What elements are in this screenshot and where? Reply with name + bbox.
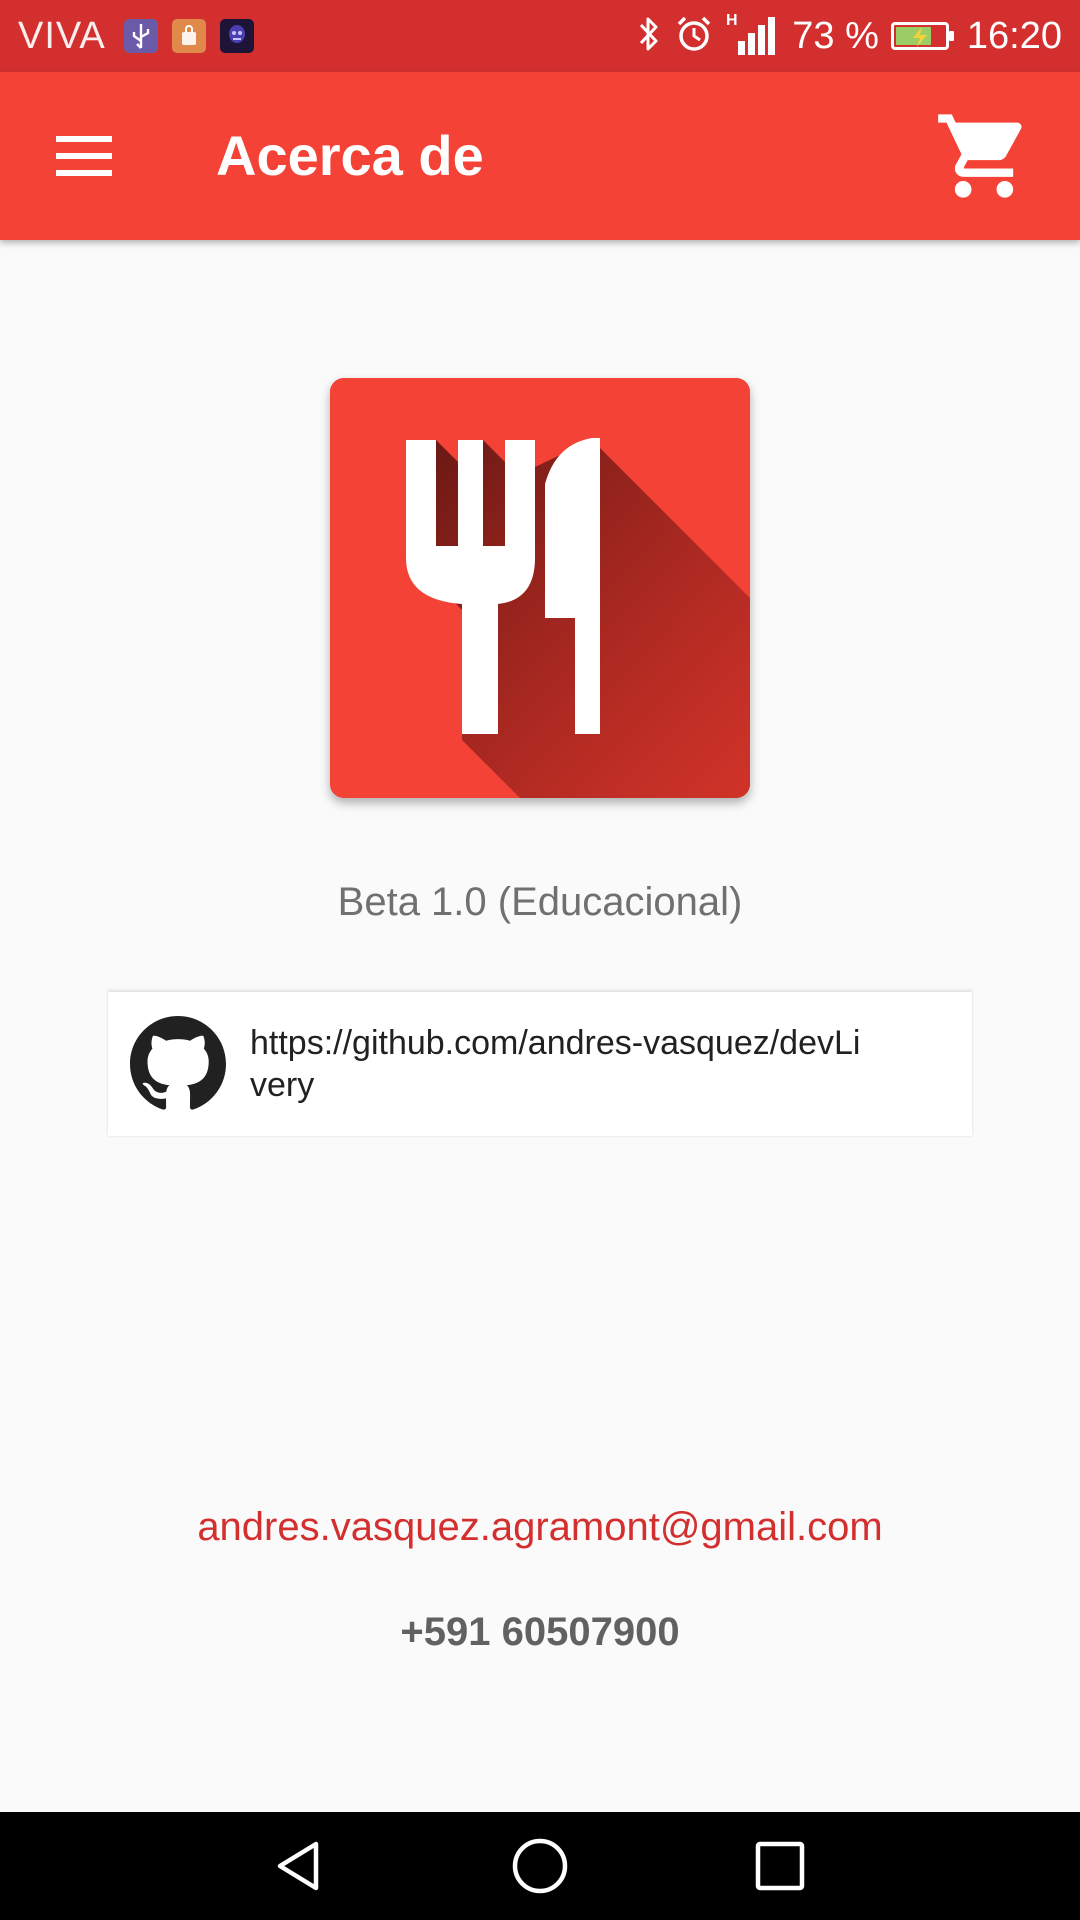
page-title: Acerca de (216, 124, 484, 187)
app-avatar-icon (219, 19, 254, 53)
app-logo (330, 378, 750, 798)
battery-percent: 73 % (792, 14, 879, 57)
cart-button[interactable] (928, 100, 1040, 212)
phone-number[interactable]: +591 60507900 (0, 1610, 1080, 1655)
repo-url[interactable]: https://github.com/andres-vasquez/devLiv… (250, 1022, 870, 1106)
back-icon (277, 1841, 319, 1891)
about-screen: VIVA H 73 % 16:20 Acerca de Beta 1.0 (Ed… (0, 0, 1080, 1920)
app-bar: Acerca de (0, 72, 1080, 240)
shopping-bag-icon (171, 19, 206, 53)
bluetooth-icon (636, 14, 662, 59)
home-icon (512, 1838, 568, 1894)
status-bar-right: H 73 % 16:20 (636, 0, 1062, 72)
network-type-label: H (726, 12, 738, 29)
home-button[interactable] (490, 1826, 590, 1906)
usb-icon (123, 19, 158, 53)
signal-icon: H (726, 11, 780, 62)
clock: 16:20 (966, 14, 1062, 57)
shopping-cart-icon (938, 114, 1022, 198)
hamburger-menu-icon (56, 125, 112, 187)
recent-apps-icon (755, 1841, 805, 1891)
battery-charging-icon (890, 22, 954, 50)
carrier-name: VIVA (18, 14, 106, 57)
fork-knife-icon (330, 378, 750, 798)
email-link[interactable]: andres.vasquez.agramont@gmail.com (0, 1505, 1080, 1550)
github-icon (130, 1016, 226, 1110)
repo-link-card[interactable]: https://github.com/andres-vasquez/devLiv… (108, 992, 972, 1136)
status-bar: VIVA H 73 % 16:20 (0, 0, 1080, 72)
recent-apps-button[interactable] (730, 1826, 830, 1906)
back-button[interactable] (250, 1826, 350, 1906)
system-nav-bar (0, 1812, 1080, 1920)
status-bar-left: VIVA (18, 0, 254, 72)
version-label: Beta 1.0 (Educacional) (337, 880, 743, 924)
alarm-icon (674, 14, 714, 59)
menu-button[interactable] (40, 116, 128, 196)
